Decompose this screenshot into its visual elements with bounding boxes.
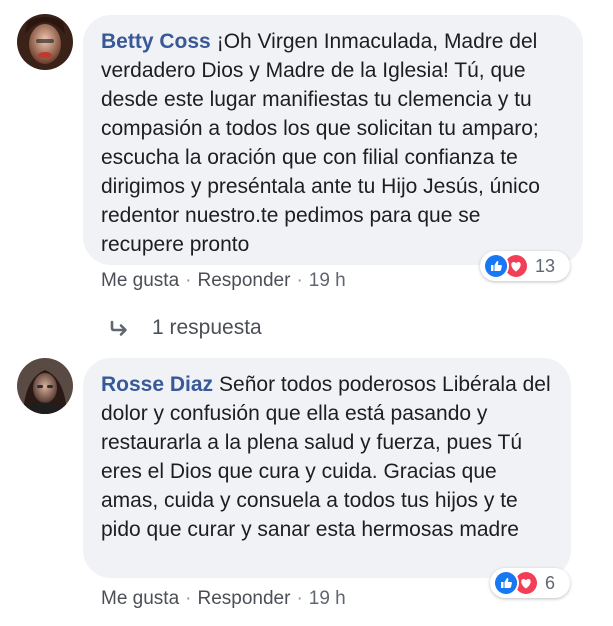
comment-actions: Me gusta · Responder · 19 h <box>101 270 346 292</box>
separator-dot: · <box>185 270 192 291</box>
reaction-summary[interactable]: 6 <box>490 568 570 598</box>
comment-bubble: Betty Coss ¡Oh Virgen Inmaculada, Madre d… <box>83 15 583 265</box>
like-link[interactable]: Me gusta <box>101 588 179 609</box>
separator-dot: · <box>296 588 303 609</box>
comment-actions: Me gusta · Responder · 19 h <box>101 588 346 610</box>
like-reaction-icon <box>493 570 519 596</box>
comment-author[interactable]: Rosse Diaz <box>101 373 213 396</box>
comment-bubble: Rosse Diaz Señor todos poderosos Libérala… <box>83 358 571 578</box>
view-replies-link[interactable]: 1 respuesta <box>108 316 262 340</box>
comment-author[interactable]: Betty Coss <box>101 30 211 53</box>
view-replies-label[interactable]: 1 respuesta <box>152 316 262 340</box>
like-link[interactable]: Me gusta <box>101 270 179 291</box>
reply-link[interactable]: Responder <box>197 270 290 291</box>
comment-text: ¡Oh Virgen Inmaculada, Madre del verdade… <box>101 30 540 256</box>
separator-dot: · <box>296 270 303 291</box>
comment-timestamp[interactable]: 19 h <box>309 270 346 291</box>
comment-text: Señor todos poderosos Libérala del dolor… <box>101 373 551 541</box>
reaction-count: 13 <box>535 255 556 276</box>
reaction-summary[interactable]: 13 <box>480 251 570 281</box>
reply-arrow-icon <box>108 316 134 340</box>
comment-timestamp[interactable]: 19 h <box>309 588 346 609</box>
separator-dot: · <box>185 588 192 609</box>
like-reaction-icon <box>483 253 509 279</box>
avatar[interactable] <box>17 358 73 414</box>
reply-link[interactable]: Responder <box>197 588 290 609</box>
reaction-count: 6 <box>545 572 556 593</box>
avatar[interactable] <box>17 14 73 70</box>
